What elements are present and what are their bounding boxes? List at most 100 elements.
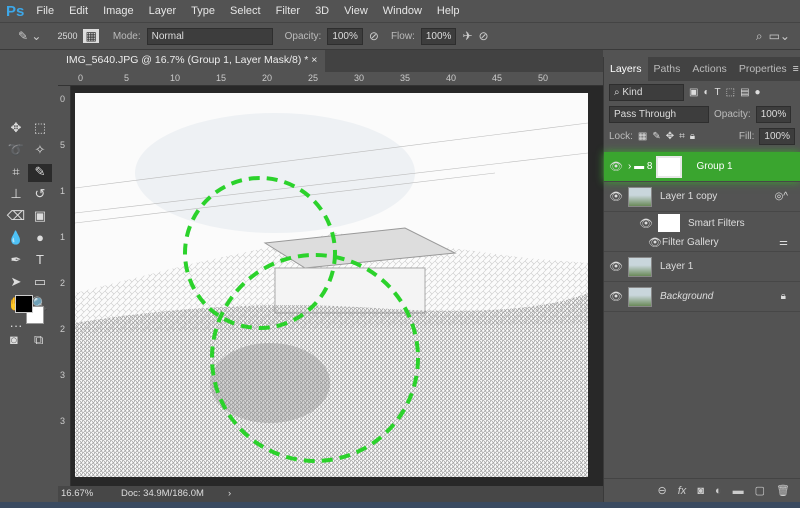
layer-name[interactable]: Layer 1 <box>660 261 693 272</box>
shape-tool-icon[interactable]: ▭ <box>28 274 52 292</box>
zoom-level[interactable]: 16.67% <box>61 488 93 499</box>
marquee-tool-icon[interactable]: ⬚ <box>28 120 52 138</box>
ruler-horizontal[interactable]: 0 5 10 15 20 25 30 35 40 45 50 <box>58 72 603 86</box>
foreground-color-swatch[interactable] <box>15 295 33 313</box>
quick-mask-icon[interactable]: ◙ <box>10 332 18 350</box>
pen-tool-icon[interactable]: ✒ <box>4 252 28 270</box>
stamp-tool-icon[interactable]: ⊥ <box>4 186 28 204</box>
visibility-eye-icon[interactable]: 👁︎ <box>604 190 628 203</box>
link-icon[interactable]: 8 <box>647 161 653 172</box>
lock-position-icon[interactable]: ✥ <box>666 131 674 142</box>
flow-input[interactable]: 100% <box>420 27 457 45</box>
tab-paths[interactable]: Paths <box>648 57 687 81</box>
brush-panel-icon[interactable]: ▦ <box>83 29 99 43</box>
new-layer-icon[interactable]: ▢ <box>755 484 765 497</box>
magic-wand-icon[interactable]: ✧ <box>28 142 52 160</box>
filter-pixel-icon[interactable]: ▣ <box>689 87 698 98</box>
filter-shape-icon[interactable]: ⬚ <box>726 87 735 98</box>
path-select-icon[interactable]: ➤ <box>4 274 28 292</box>
crop-tool-icon[interactable]: ⌗ <box>4 164 28 182</box>
brush-tool-icon[interactable]: ✎ <box>28 164 52 182</box>
lock-transparency-icon[interactable]: ▦ <box>638 131 647 142</box>
search-icon[interactable]: ⌕ <box>756 29 763 44</box>
mode-select[interactable]: Normal <box>146 27 273 45</box>
eraser-tool-icon[interactable]: ⌫ <box>4 208 28 226</box>
expand-chevron-icon[interactable]: › <box>628 161 631 172</box>
layer-opacity-input[interactable]: 100% <box>755 105 792 123</box>
lock-pixels-icon[interactable]: ✎ <box>652 131 660 142</box>
link-layers-icon[interactable]: ⊖ <box>658 484 667 497</box>
filter-smart-icon[interactable]: ▤ <box>740 87 749 98</box>
adjustment-layer-icon[interactable]: ◐ <box>715 485 722 497</box>
dodge-tool-icon[interactable]: ● <box>28 230 52 248</box>
menu-image[interactable]: Image <box>103 5 134 17</box>
airbrush-icon[interactable]: ✈ <box>462 29 472 43</box>
pressure-opacity-icon[interactable]: ⊘ <box>369 29 379 43</box>
filter-options-icon[interactable]: ⚌ <box>779 237 788 248</box>
visibility-eye-icon[interactable]: 👁︎ <box>604 260 628 273</box>
fill-input[interactable]: 100% <box>759 127 795 145</box>
menu-filter[interactable]: Filter <box>276 5 300 17</box>
smart-filter-mask-thumbnail[interactable] <box>658 214 680 232</box>
ruler-vertical[interactable]: 0 5 1 1 2 2 3 3 <box>58 86 71 486</box>
filter-name[interactable]: Filter Gallery <box>662 237 719 248</box>
document-tab[interactable]: IMG_5640.JPG @ 16.7% (Group 1, Layer Mas… <box>58 50 326 72</box>
type-tool-icon[interactable]: T <box>28 252 52 270</box>
panel-menu-icon[interactable]: ≡ <box>793 63 799 75</box>
lock-artboard-icon[interactable]: ⌗ <box>679 131 685 142</box>
workspace-icon[interactable]: ▭⌄ <box>769 29 790 43</box>
new-group-icon[interactable]: ▬ <box>733 485 744 497</box>
menu-type[interactable]: Type <box>191 5 215 17</box>
move-tool-icon[interactable]: ✥ <box>4 120 28 138</box>
ruler-tick-label: 2 <box>60 324 66 334</box>
menu-layer[interactable]: Layer <box>149 5 177 17</box>
menu-file[interactable]: File <box>36 5 54 17</box>
brush-tool-preset-icon[interactable]: ✎ ⌄ <box>18 29 41 43</box>
history-brush-icon[interactable]: ↺ <box>28 186 52 204</box>
document-image[interactable] <box>75 93 588 477</box>
lock-icon: 🔒︎ <box>780 291 786 302</box>
lasso-tool-icon[interactable]: ➰ <box>4 142 28 160</box>
filter-type-icon[interactable]: T <box>715 87 721 98</box>
tab-layers[interactable]: Layers <box>604 57 648 81</box>
visibility-eye-icon[interactable]: 👁︎ <box>634 217 658 230</box>
delete-layer-icon[interactable]: 🗑︎ <box>776 484 790 497</box>
filter-adjustment-icon[interactable]: ◐ <box>703 87 709 98</box>
status-menu-arrow[interactable]: › <box>228 488 231 499</box>
layer-row-background[interactable]: 👁︎ Background 🔒︎ <box>604 282 800 312</box>
pressure-size-icon[interactable]: ⊘ <box>479 29 489 43</box>
blend-mode-select[interactable]: Pass Through <box>609 105 709 123</box>
menu-select[interactable]: Select <box>230 5 261 17</box>
layer-row-group-1[interactable]: 👁︎ › ▬ 8 Group 1 <box>604 152 800 182</box>
layer-name[interactable]: Group 1 <box>696 161 732 172</box>
layer-mask-thumbnail[interactable] <box>656 155 683 178</box>
blur-tool-icon[interactable]: 💧 <box>4 230 28 248</box>
visibility-eye-icon[interactable]: 👁︎ <box>604 160 628 173</box>
menu-edit[interactable]: Edit <box>69 5 88 17</box>
smart-filters-row[interactable]: 👁︎ Smart Filters <box>604 212 800 234</box>
filter-toggle-icon[interactable]: ● <box>755 87 761 98</box>
layer-row-layer-1-copy[interactable]: 👁︎ Layer 1 copy ◎^ <box>604 182 800 212</box>
canvas-area[interactable] <box>71 86 603 486</box>
add-mask-icon[interactable]: ◙ <box>697 485 704 497</box>
tab-actions[interactable]: Actions <box>686 57 732 81</box>
menu-help[interactable]: Help <box>437 5 460 17</box>
gradient-tool-icon[interactable]: ▣ <box>28 208 52 226</box>
close-tab-icon[interactable]: × <box>311 54 317 66</box>
menu-window[interactable]: Window <box>383 5 422 17</box>
menu-3d[interactable]: 3D <box>315 5 329 17</box>
visibility-eye-icon[interactable]: 👁︎ <box>648 236 662 249</box>
layer-name[interactable]: Layer 1 copy <box>660 191 717 202</box>
menu-view[interactable]: View <box>344 5 368 17</box>
fx-icon[interactable]: fx <box>678 485 687 497</box>
brush-size[interactable]: 2500 <box>57 31 77 41</box>
filter-gallery-row[interactable]: 👁︎ Filter Gallery ⚌ <box>604 234 800 252</box>
screen-mode-icon[interactable]: ⧉ <box>34 332 43 350</box>
layer-row-layer-1[interactable]: 👁︎ Layer 1 <box>604 252 800 282</box>
visibility-eye-icon[interactable]: 👁︎ <box>604 290 628 303</box>
filter-kind-select[interactable]: ⌕ Kind <box>609 83 684 101</box>
lock-all-icon[interactable]: 🔒︎ <box>690 131 695 142</box>
tab-properties[interactable]: Properties <box>733 57 793 81</box>
opacity-input[interactable]: 100% <box>327 27 363 45</box>
layer-name[interactable]: Background <box>660 291 713 302</box>
